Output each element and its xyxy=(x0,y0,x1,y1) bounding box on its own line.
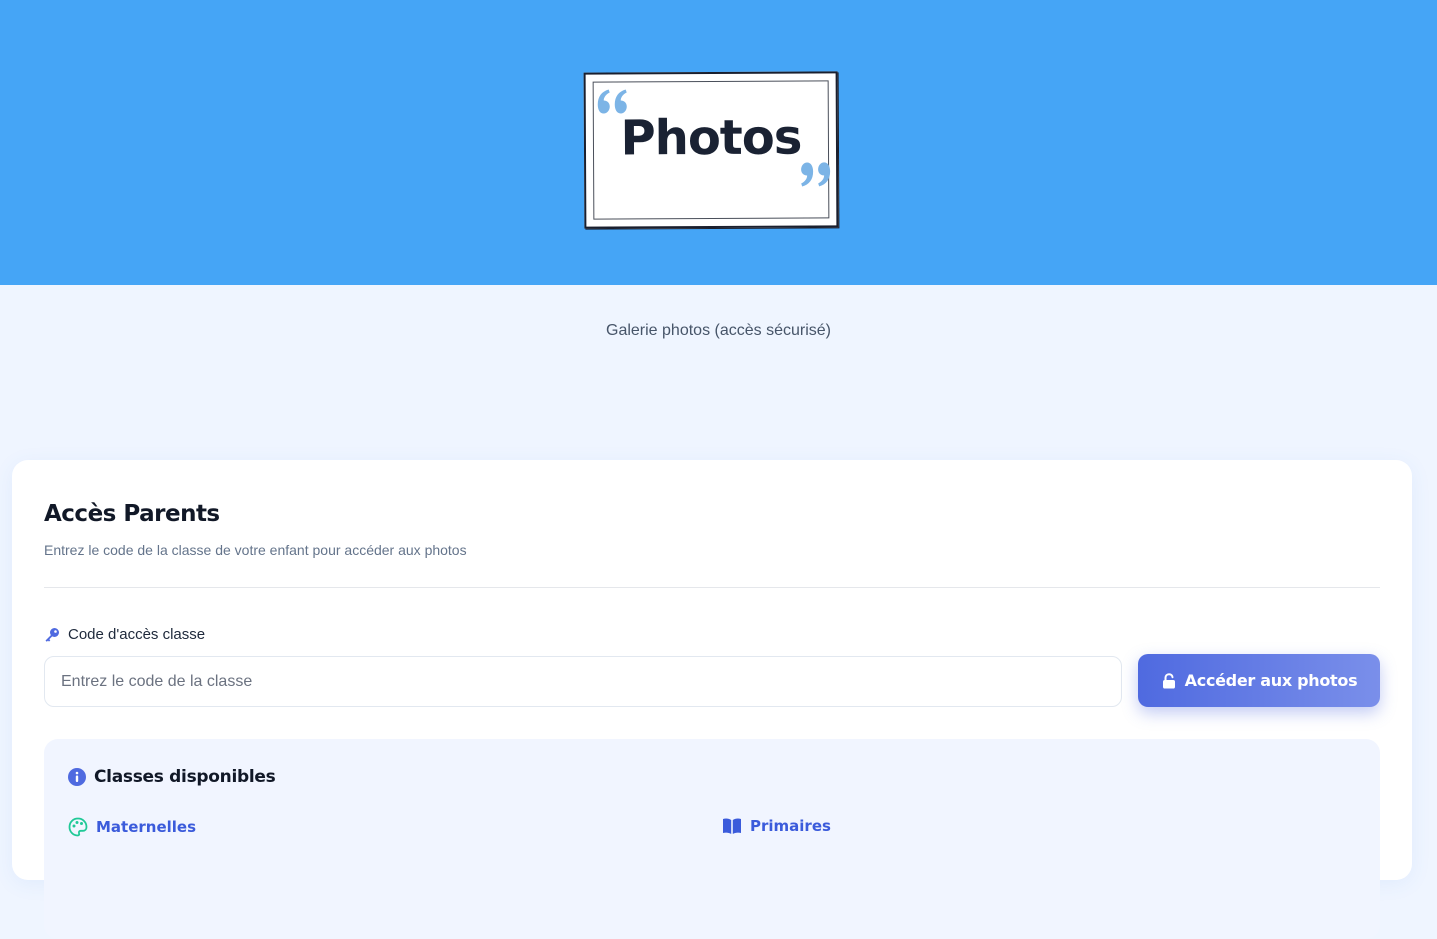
hero-banner: Photos xyxy=(0,0,1437,285)
classes-title: Classes disponibles xyxy=(68,767,276,787)
parent-access-card: Accès Parents Entrez le code de la class… xyxy=(12,460,1412,939)
title-card: Photos xyxy=(583,71,839,229)
book-icon xyxy=(723,818,741,834)
classes-panel: Classes disponibles Maternelles Primaire… xyxy=(44,739,1380,939)
page-title: Photos xyxy=(620,109,802,167)
class-link-maternelles[interactable]: Maternelles xyxy=(68,817,196,837)
access-code-input[interactable] xyxy=(44,656,1122,707)
class-link-maternelles-label: Maternelles xyxy=(96,818,197,836)
access-code-label: Code d'accès classe xyxy=(44,626,205,643)
card-description: Entrez le code de la classe de votre enf… xyxy=(44,542,467,558)
class-link-primaires-label: Primaires xyxy=(750,817,831,835)
quote-close-icon xyxy=(801,162,831,187)
page-subtitle: Galerie photos (accès sécurisé) xyxy=(606,322,831,339)
divider xyxy=(44,587,1380,588)
class-link-primaires[interactable]: Primaires xyxy=(722,817,831,835)
info-circle-icon xyxy=(68,768,86,786)
access-photos-button-label: Accéder aux photos xyxy=(1184,671,1358,690)
key-icon xyxy=(45,627,59,642)
unlock-icon xyxy=(1162,672,1175,688)
classes-title-text: Classes disponibles xyxy=(94,767,276,787)
card-title: Accès Parents xyxy=(44,501,220,527)
palette-icon xyxy=(68,817,88,837)
access-photos-button[interactable]: Accéder aux photos xyxy=(1138,654,1380,707)
access-code-label-text: Code d'accès classe xyxy=(68,626,206,643)
